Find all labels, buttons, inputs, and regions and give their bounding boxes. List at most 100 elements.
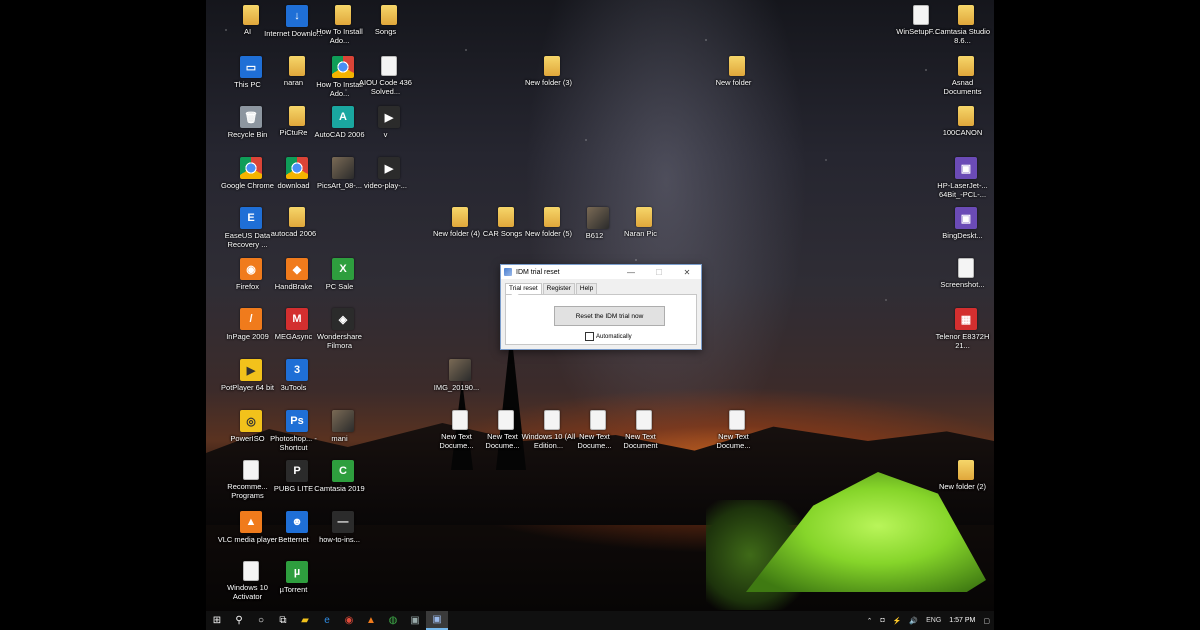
idm-trial-reset-dialog: IDM trial reset — ☐ ✕ Trial reset Regist…: [500, 264, 702, 350]
desktop-icon[interactable]: AIOU Code 436 Solved...: [359, 56, 412, 96]
edge-icon[interactable]: e: [316, 611, 338, 630]
desktop-icon[interactable]: New folder: [714, 56, 760, 87]
doc-icon: [498, 410, 514, 430]
desktop-icon[interactable]: ▣ BingDeskt...: [942, 207, 989, 240]
desktop-icon[interactable]: New folder (3): [525, 56, 575, 87]
maximize-button[interactable]: ☐: [645, 268, 673, 277]
desktop-icon[interactable]: E EaseUS Data Recovery ...: [225, 207, 274, 249]
notifications-icon[interactable]: ▢: [983, 617, 990, 625]
folder-icon: [958, 106, 974, 126]
desktop-icon[interactable]: 100CANON: [943, 106, 989, 137]
desktop-icon[interactable]: New Text Docume...: [714, 410, 760, 450]
desktop-icon[interactable]: Windows 10 Activator: [227, 561, 274, 601]
desktop-icon[interactable]: New Text Document: [621, 410, 667, 450]
desktop-icon[interactable]: New folder (2): [939, 460, 989, 491]
desktop-icon[interactable]: mani: [320, 410, 366, 443]
desktop-icon[interactable]: C Camtasia 2019: [314, 460, 366, 493]
language-indicator[interactable]: ENG: [926, 617, 941, 624]
desktop-icon[interactable]: X PC Sale: [320, 258, 366, 291]
photo-icon: [449, 359, 471, 381]
close-button[interactable]: ✕: [673, 268, 701, 277]
desktop-icon[interactable]: — how-to-ins...: [319, 511, 366, 544]
folder-icon: [958, 56, 974, 76]
orange-icon: ◆: [286, 258, 308, 280]
folder-icon: [289, 207, 305, 227]
doc-icon: [243, 460, 259, 480]
desktop-icon[interactable]: Recomme... Programs: [227, 460, 274, 500]
chrome-icon[interactable]: ◉: [338, 611, 360, 630]
network-icon[interactable]: ◘: [880, 617, 884, 624]
dialog-titlebar[interactable]: IDM trial reset — ☐ ✕: [501, 265, 701, 279]
folder-icon: [381, 5, 397, 25]
doc-icon: [544, 410, 560, 430]
blue-icon: E: [240, 207, 262, 229]
desktop-icon-label: video-play-...: [364, 181, 407, 190]
desktop-icon[interactable]: 3 3uTools: [274, 359, 320, 392]
green-icon: X: [332, 258, 354, 280]
desktop-icon[interactable]: ◈ Wondershare Filmora: [317, 308, 366, 350]
desktop-icon-label: Screenshot...: [940, 280, 985, 289]
desktop-icon[interactable]: ▶ video-play-...: [364, 157, 412, 190]
search-icon[interactable]: ⚲: [228, 611, 250, 630]
doc-icon: [958, 258, 974, 278]
doc-icon: [913, 5, 929, 25]
desktop-icon-label: BingDeskt...: [942, 231, 983, 240]
desktop-icon[interactable]: ▶ v: [366, 106, 412, 139]
automatically-checkbox[interactable]: Automatically: [585, 332, 632, 341]
tray-overflow-icon[interactable]: ⌃: [867, 617, 873, 625]
folder-icon: [452, 207, 468, 227]
desktop-icon-label: how-to-ins...: [319, 535, 360, 544]
red-icon: M: [286, 308, 308, 330]
desktop-icon[interactable]: Camtasia Studio 8.6...: [935, 5, 990, 45]
desktop-icon[interactable]: Asnad Documents: [943, 56, 989, 96]
yellow-icon: ◎: [240, 410, 262, 432]
desktop-icon[interactable]: Naran Pic: [621, 207, 667, 238]
tab-register[interactable]: Register: [542, 283, 575, 294]
desktop-icon[interactable]: Songs: [366, 5, 412, 36]
cortana-icon[interactable]: ○: [250, 611, 272, 630]
clock[interactable]: 1:57 PM: [949, 617, 975, 624]
app-icon-taskbar[interactable]: ▣: [404, 611, 426, 630]
folder-icon: [958, 460, 974, 480]
folder-icon: [335, 5, 351, 25]
task-view-icon[interactable]: ⧉: [272, 611, 294, 630]
power-icon[interactable]: ⚡: [893, 617, 902, 625]
desktop-icon[interactable]: ▦ Telenor E8372H 21...: [936, 308, 989, 350]
photo-icon: [587, 207, 609, 229]
orange-icon: /: [240, 308, 262, 330]
doc-icon: [729, 410, 745, 430]
desktop-icon-label: AIOU Code 436 Solved...: [359, 78, 412, 96]
tab-help[interactable]: Help: [575, 283, 598, 294]
desktop-icon[interactable]: µ µTorrent: [274, 561, 320, 594]
vlc-icon[interactable]: ▲: [360, 611, 382, 630]
desktop-icon[interactable]: IMG_20190...: [434, 359, 483, 392]
file-explorer-icon[interactable]: ▰: [294, 611, 316, 630]
desktop-icon-label: Camtasia 2019: [314, 484, 365, 493]
idm-reset-taskbar-icon[interactable]: ▣: [426, 611, 448, 630]
desktop-icon[interactable]: ▣ HP-LaserJet-... 64Bit_-PCL-...: [937, 157, 989, 199]
green-icon: C: [332, 460, 354, 482]
chrome-icon: [240, 157, 262, 179]
checkbox-box[interactable]: [585, 332, 594, 341]
start-button[interactable]: ⊞: [206, 611, 228, 630]
utorrent-icon[interactable]: ◍: [382, 611, 404, 630]
folder-icon: [498, 207, 514, 227]
folder-icon: [958, 5, 974, 25]
doc-icon: [381, 56, 397, 76]
desktop-icon[interactable]: Screenshot...: [940, 258, 989, 289]
desktop-icon-label: autocad 2006: [270, 229, 317, 238]
desktop-icon[interactable]: How To Install Ado...: [316, 5, 366, 45]
desktop-icon[interactable]: autocad 2006: [271, 207, 320, 238]
automatically-label: Automatically: [596, 333, 632, 340]
photo-icon: [332, 410, 354, 432]
desktop-icon-label: Camtasia Studio 8.6...: [934, 27, 991, 45]
desktop-icon[interactable]: Ps Photoshop... - Shortcut: [270, 410, 320, 452]
teal-icon: A: [332, 106, 354, 128]
dialog-title: IDM trial reset: [516, 268, 560, 276]
reset-idm-trial-button[interactable]: Reset the IDM trial now: [554, 306, 665, 326]
dark-icon: ◈: [332, 308, 354, 330]
tab-panel: Reset the IDM trial now Automatically: [505, 294, 697, 345]
minimize-button[interactable]: —: [617, 268, 645, 277]
desktop-icon-label: 3uTools: [280, 383, 307, 392]
volume-icon[interactable]: 🔊: [909, 617, 918, 625]
